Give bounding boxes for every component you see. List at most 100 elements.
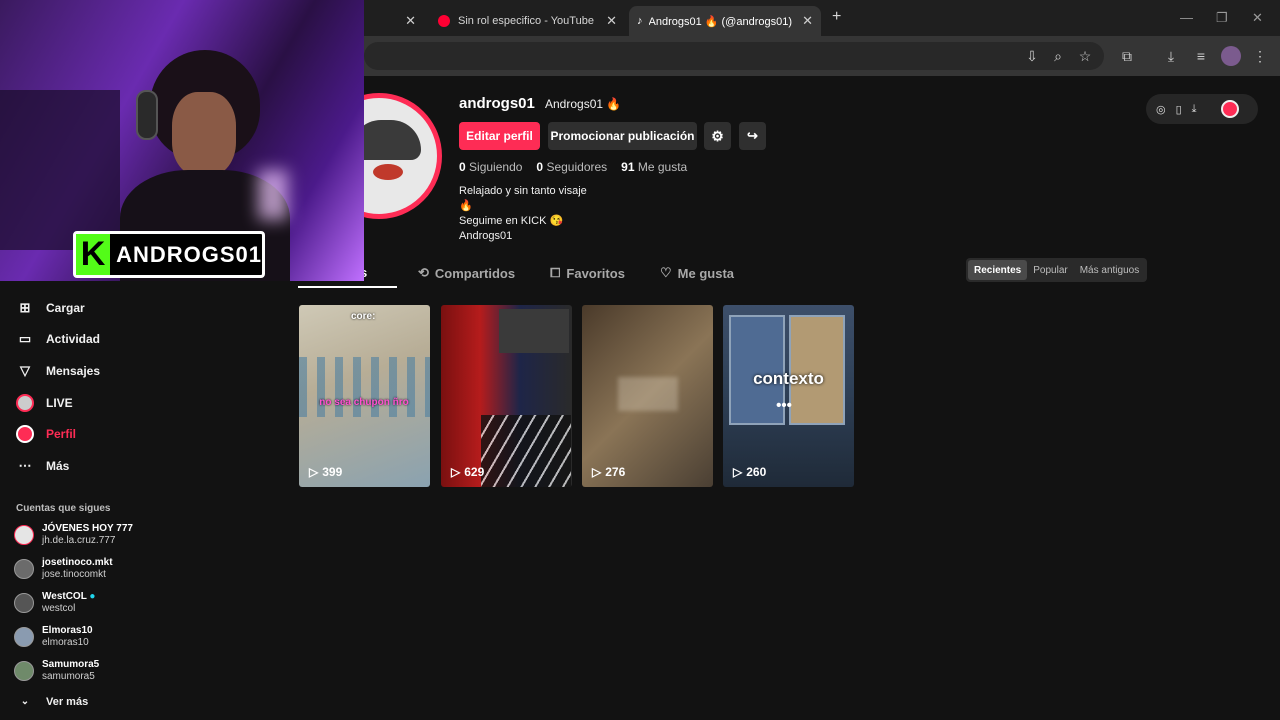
sort-oldest[interactable]: Más antiguos (1074, 260, 1145, 280)
profile-display-name: Androgs01 🔥 (545, 97, 622, 111)
send-icon: ▽ (20, 363, 30, 378)
compass-icon[interactable]: ◎ (1156, 103, 1166, 116)
settings-gear-icon[interactable]: ⚙ (704, 122, 731, 150)
sidebar-item-label: Más (46, 459, 70, 473)
new-tab-button[interactable]: + (832, 8, 841, 26)
sidebar-item-activity[interactable]: ▭ Actividad (16, 327, 100, 351)
following-item[interactable]: Elmoras10 elmoras10 (14, 625, 93, 649)
stat-following: 0 Siguiendo (459, 160, 523, 174)
bookmark-star-icon[interactable]: ☆ (1075, 46, 1095, 66)
tab-youtube[interactable]: Sin rol especifico - YouTube ✕ (430, 6, 625, 36)
sort-segmented-control: Recientes Popular Más antiguos (966, 258, 1148, 282)
play-icon: ▷ (309, 465, 319, 479)
address-bar[interactable] (364, 42, 1104, 70)
close-tab-icon[interactable]: ✕ (802, 13, 813, 29)
user-avatar-icon[interactable] (1220, 100, 1239, 118)
streamer-name: ANDROGS01 (116, 241, 262, 267)
tab-hidden[interactable]: ✕ (364, 6, 424, 36)
video-thumbnail[interactable]: ▷ 276 (582, 305, 713, 487)
zoom-icon[interactable]: ⌕ (1048, 46, 1068, 66)
view-count: ▷ 276 (592, 465, 626, 479)
sort-popular[interactable]: Popular (1027, 260, 1073, 280)
profile-bio: Relajado y sin tanto visaje 🔥 Seguime en… (459, 184, 587, 244)
bookmark-icon: ⧠ (550, 265, 561, 280)
restore-icon[interactable]: ❐ (1216, 10, 1228, 26)
sidebar-item-live[interactable]: LIVE (16, 391, 73, 415)
following-name: WestCOL ● (42, 591, 96, 602)
minimize-icon[interactable]: — (1180, 10, 1193, 25)
sidebar-item-profile[interactable]: Perfil (16, 422, 76, 446)
downloads-icon[interactable]: ⤓ (1161, 46, 1181, 66)
sidebar-item-upload[interactable]: ⊞ Cargar (16, 296, 85, 320)
avatar (14, 661, 34, 681)
repost-icon: ⟲ (418, 265, 429, 280)
following-item[interactable]: JÓVENES HOY 777 jh.de.la.cruz.777 (14, 523, 133, 547)
bio-line: Androgs01 (459, 230, 513, 242)
video-thumbnail[interactable]: ▷ 629 (441, 305, 572, 487)
tab-shared[interactable]: ⟲ Compartidos (418, 265, 515, 281)
avatar (14, 593, 34, 613)
bio-line: Relajado y sin tanto visaje (459, 185, 587, 197)
video-caption: core: (351, 311, 376, 322)
sidebar-item-label: LIVE (46, 396, 73, 410)
tab-label: Me gusta (677, 265, 734, 281)
following-item[interactable]: WestCOL ● westcol (14, 591, 95, 615)
profile-avatar-icon[interactable] (1221, 46, 1241, 66)
close-window-icon[interactable]: ✕ (1252, 10, 1263, 26)
chevron-down-icon: ⌄ (20, 696, 30, 707)
verified-badge-icon: ● (89, 591, 96, 602)
tab-favorites[interactable]: ⧠ Favoritos (550, 265, 625, 281)
sidebar-item-more[interactable]: ⋯ Más (16, 454, 70, 478)
extensions-icon[interactable]: ⧉ (1117, 46, 1137, 66)
view-count: ▷ 260 (733, 465, 767, 479)
close-tab-icon[interactable]: ✕ (405, 13, 416, 29)
following-name: Elmoras10 (42, 625, 93, 636)
sidebar-item-messages[interactable]: ▽ Mensajes (16, 359, 100, 383)
plus-square-icon: ⊞ (19, 300, 31, 315)
sort-recent[interactable]: Recientes (968, 260, 1028, 280)
more-dots-icon: ⋯ (18, 458, 32, 473)
share-arrow-icon[interactable]: ↪ (739, 122, 766, 150)
tab-label: Compartidos (434, 265, 516, 281)
sidebar-item-label: Perfil (46, 427, 77, 441)
play-icon: ▷ (592, 465, 602, 479)
edit-profile-button[interactable]: Editar perfil (459, 122, 540, 150)
following-item[interactable]: josetinoco.mkt jose.tinocomkt (14, 557, 113, 581)
message-square-icon: ▭ (18, 331, 32, 346)
sidebar-item-label: Mensajes (46, 364, 101, 378)
menu-kebab-icon[interactable]: ⋮ (1250, 46, 1270, 66)
video-caption: ••• (776, 397, 792, 414)
close-tab-icon[interactable]: ✕ (606, 13, 617, 29)
active-tab-underline (298, 286, 397, 288)
live-avatar-icon (16, 394, 34, 412)
following-handle: jose.tinocomkt (42, 569, 106, 580)
following-name: JÓVENES HOY 777 (42, 523, 133, 534)
see-more-button[interactable]: ⌄ Ver más (16, 690, 88, 714)
play-icon: ▷ (451, 465, 461, 479)
streamer-nameplate: K ANDROGS01 (73, 231, 265, 278)
following-handle: elmoras10 (42, 637, 89, 648)
bio-line: 🔥 (459, 200, 473, 212)
tab-title: Sin rol especifico - YouTube (458, 15, 594, 27)
following-title: Cuentas que sigues (16, 503, 111, 514)
following-handle: samumora5 (42, 671, 95, 682)
see-more-label: Ver más (46, 696, 89, 708)
floating-toolbar: ◎ ▯ ⤓ (1146, 94, 1258, 124)
profile-avatar-icon (16, 425, 34, 443)
following-name: josetinoco.mkt (42, 557, 113, 568)
youtube-favicon-icon (438, 15, 450, 27)
tiktok-favicon-icon: ♪ (637, 15, 643, 27)
tab-tiktok[interactable]: ♪ Androgs01 🔥 (@androgs01) | ✕ (629, 6, 821, 36)
tab-likes[interactable]: ♡ Me gusta (660, 265, 734, 281)
install-app-icon[interactable]: ⇩ (1022, 46, 1042, 66)
stat-followers: 0 Seguidores (536, 160, 608, 174)
bio-line: Seguime en KICK 😘 (459, 215, 564, 227)
video-thumbnail[interactable]: contexto ••• ▷ 260 (723, 305, 854, 487)
following-item[interactable]: Samumora5 samumora5 (14, 659, 99, 683)
download-icon[interactable]: ⤓ (1192, 103, 1197, 116)
promote-post-button[interactable]: Promocionar publicación (548, 122, 697, 150)
video-thumbnail[interactable]: core: no sea chupon ñro ▷ 399 (299, 305, 430, 487)
reading-list-icon[interactable]: ≡ (1191, 46, 1211, 66)
tab-title: Androgs01 🔥 (@androgs01) | (648, 15, 794, 28)
phone-icon[interactable]: ▯ (1176, 103, 1182, 116)
